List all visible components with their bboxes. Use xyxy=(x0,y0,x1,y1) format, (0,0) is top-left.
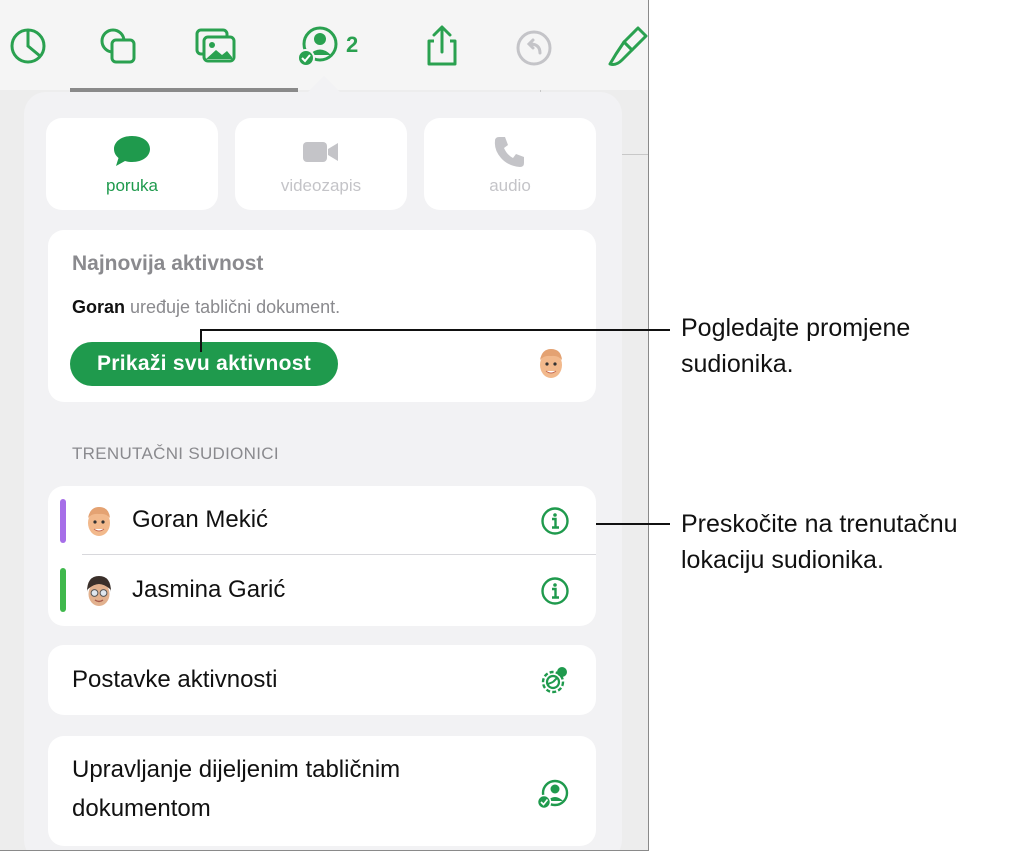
editor-name: Goran xyxy=(72,297,126,317)
info-icon[interactable] xyxy=(540,506,570,536)
participant-color-bar xyxy=(60,499,66,543)
callout-text-line: Preskočite na trenutačnu xyxy=(681,510,958,538)
row-separator xyxy=(82,554,596,555)
current-participants-header: TRENUTAČNI SUDIONICI xyxy=(72,444,279,463)
participant-row[interactable]: Goran Mekić xyxy=(48,486,596,556)
phone-icon xyxy=(494,137,524,167)
audio-label: audio xyxy=(489,176,531,195)
callout-text-line: lokaciju sudionika. xyxy=(681,546,884,574)
participants-card: Goran Mekić Jasmina Garić xyxy=(48,486,596,626)
video-camera-icon xyxy=(303,142,338,162)
recent-activity-card: Najnovija aktivnost Goran uređuje tablič… xyxy=(48,230,596,402)
manage-label-line2: dokumentom xyxy=(72,795,211,822)
activity-settings-row[interactable]: Postavke aktivnosti xyxy=(48,645,596,715)
message-label: poruka xyxy=(106,176,158,195)
show-all-activity-button[interactable]: Prikaži svu aktivnost xyxy=(70,342,338,386)
goran-avatar xyxy=(88,507,110,536)
format-brush-icon[interactable] xyxy=(604,24,648,68)
background-divider xyxy=(622,154,648,155)
editor-action: uređuje tablični dokument. xyxy=(125,297,341,317)
callout-text-line: Pogledajte promjene xyxy=(681,314,911,342)
video-label: videozapis xyxy=(280,176,362,195)
collaborate-icon xyxy=(536,779,569,810)
participant-color-bar xyxy=(60,568,66,612)
info-icon[interactable] xyxy=(540,576,570,606)
undo-icon[interactable] xyxy=(512,24,556,68)
message-bubble-icon xyxy=(114,136,150,166)
callout-view-changes: Pogledajte promjene sudionika. xyxy=(681,310,910,382)
manage-shared-document-row[interactable]: Upravljanje dijeljenim tabličnim dokumen… xyxy=(48,736,596,846)
media-icon[interactable] xyxy=(194,24,238,68)
callout-leader-line xyxy=(200,329,670,331)
collaboration-popover: poruka videozapis audio Najnovija aktivn… xyxy=(24,92,622,850)
activity-settings-icon xyxy=(541,667,567,694)
shapes-icon[interactable] xyxy=(96,24,140,68)
goran-avatar[interactable] xyxy=(536,346,566,380)
recent-activity-title: Najnovija aktivnost xyxy=(72,252,264,275)
callout-text-line: sudionika. xyxy=(681,350,794,378)
message-button[interactable]: poruka xyxy=(46,118,218,210)
jasmina-avatar xyxy=(87,576,111,606)
callout-leader-line xyxy=(200,330,202,352)
audio-button[interactable]: audio xyxy=(424,118,596,210)
popover-arrow xyxy=(308,76,340,92)
video-button[interactable]: videozapis xyxy=(235,118,407,210)
callout-leader-line xyxy=(596,523,670,525)
callout-jump-to-location: Preskočite na trenutačnu lokaciju sudion… xyxy=(681,506,958,578)
collaborate-icon[interactable] xyxy=(296,24,340,68)
participant-row[interactable]: Jasmina Garić xyxy=(48,556,596,626)
ipad-screen: 2 poruka videozapis audio Najnovija akti… xyxy=(0,0,649,851)
manage-label-line1: Upravljanje dijeljenim tabličnim xyxy=(72,756,401,783)
participant-name: Jasmina Garić xyxy=(132,576,286,603)
share-icon[interactable] xyxy=(420,24,464,68)
chart-icon[interactable] xyxy=(6,24,50,68)
recent-activity-text: Goran uređuje tablični dokument. xyxy=(72,297,340,318)
activity-settings-label: Postavke aktivnosti xyxy=(72,666,278,693)
participant-name: Goran Mekić xyxy=(132,506,269,533)
collaborator-count: 2 xyxy=(346,32,359,57)
